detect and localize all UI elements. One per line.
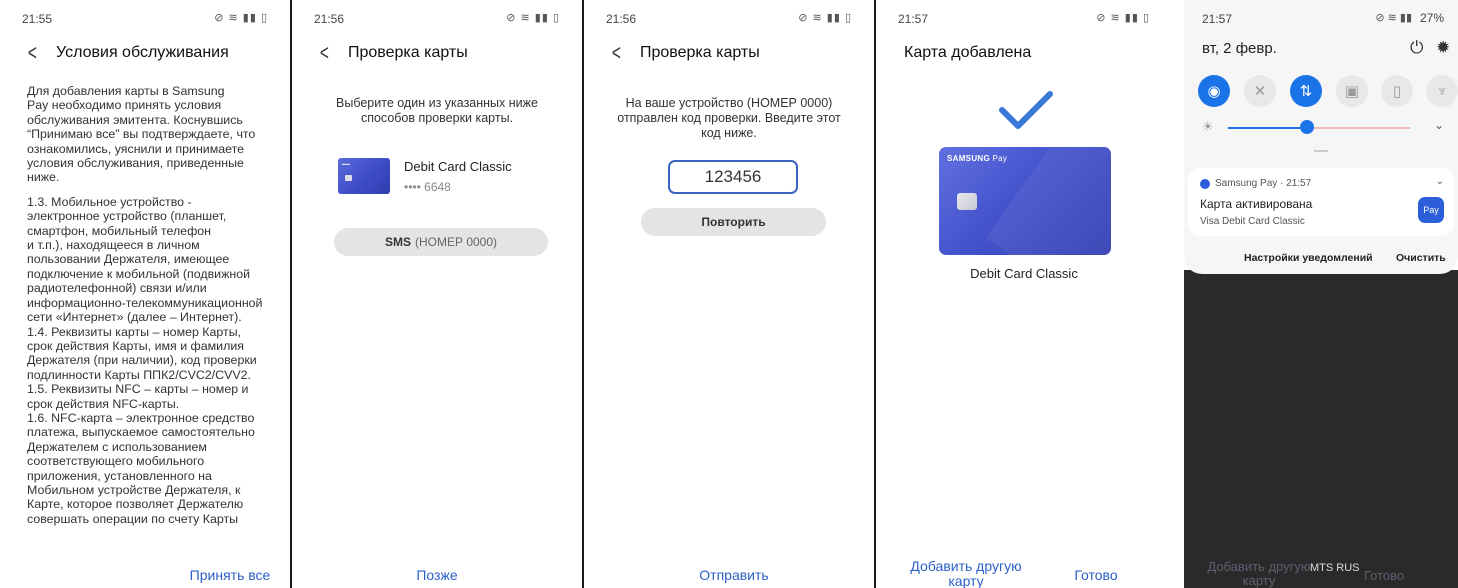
later-button[interactable]: Позже: [387, 567, 487, 583]
instruction-text: На ваше устройство (НОМЕР 0000) отправле…: [617, 96, 841, 140]
status-icons: ⊘ ≋ ▮▮ ▯: [506, 12, 560, 24]
screen-gap: [1172, 0, 1184, 588]
status-time: 21:57: [1202, 12, 1233, 26]
dimmed-background: Добавить другую карту MTS RUS Готово: [1184, 270, 1458, 588]
page-title: Карта добавлена: [904, 44, 1032, 61]
retry-button[interactable]: Повторить: [641, 208, 826, 236]
checkmark-icon: [999, 91, 1053, 129]
notification-body: Visa Debit Card Classic: [1200, 216, 1305, 227]
card-brand-name: SAMSUNG: [947, 154, 990, 163]
notification-settings-button[interactable]: Настройки уведомлений: [1244, 252, 1373, 264]
status-time: 21:56: [314, 12, 345, 26]
status-time: 21:57: [898, 12, 929, 26]
instruction-text: Выберите один из указанных ниже способов…: [336, 96, 538, 125]
bg-done-text: Готово: [1364, 568, 1405, 583]
header: < Проверка карты: [316, 40, 572, 66]
card-brand: SAMSUNG Pay: [947, 154, 1007, 163]
card-thumbnail: ▬▬: [338, 158, 390, 194]
notification-time: 21:57: [1286, 178, 1312, 189]
battery-level: 27%: [1419, 11, 1444, 25]
screen-verify-method: 21:56 ⊘ ≋ ▮▮ ▯ < Проверка карты Выберите…: [292, 0, 582, 588]
brightness-slider[interactable]: [1228, 127, 1410, 129]
card-chip-icon: [957, 193, 977, 210]
status-bar: 21:56 ⊘ ≋ ▮▮ ▯: [292, 0, 582, 30]
terms-intro: Для добавления карты в Samsung Pay необх…: [27, 84, 256, 185]
terms-body: 1.3. Мобильное устройство - электронное …: [27, 194, 263, 526]
portrait-toggle-icon[interactable]: ▯: [1381, 75, 1413, 107]
page-title: Проверка карты: [348, 44, 468, 61]
header: < Проверка карты: [608, 40, 864, 66]
card-logo-icon: ▬▬: [342, 161, 350, 166]
notification-header: Samsung Pay · 21:57: [1215, 178, 1312, 189]
wifi-toggle-icon[interactable]: ◉: [1198, 75, 1230, 107]
done-button[interactable]: Готово: [1056, 567, 1136, 583]
notification-expand-icon[interactable]: ⌄: [1436, 176, 1444, 187]
carrier-label: MTS RUS: [1310, 562, 1360, 574]
verification-code-input[interactable]: 123456: [668, 160, 798, 194]
terms-text: Для добавления карты в Samsung Pay необх…: [27, 84, 285, 536]
notification-card[interactable]: Samsung Pay · 21:57 ⌄ Карта активирована…: [1188, 168, 1454, 236]
drag-handle[interactable]: [1314, 150, 1328, 152]
screen-card-added: 21:57 ⊘ ≋ ▮▮ ▯ Карта добавлена Debit Car…: [876, 0, 1172, 588]
rotation-toggle-icon[interactable]: ▣: [1336, 75, 1368, 107]
back-arrow-icon[interactable]: <: [28, 42, 46, 64]
brightness-slider-thumb[interactable]: [1300, 120, 1314, 134]
pay-badge-icon: Pay: [1418, 197, 1444, 223]
add-another-card-button[interactable]: Добавить другую карту: [896, 559, 1036, 588]
header: < Условия обслуживания: [24, 40, 280, 66]
card-brand-suffix: Pay: [992, 154, 1008, 163]
page-title: Проверка карты: [640, 44, 760, 61]
mobile-data-toggle-icon[interactable]: ⇅: [1290, 75, 1322, 107]
screen-verify-code: 21:56 ⊘ ≋ ▮▮ ▯ < Проверка карты На ваше …: [584, 0, 874, 588]
clear-button[interactable]: Очистить: [1396, 252, 1446, 264]
brightness-icon: ☀: [1202, 119, 1214, 134]
mute-toggle-icon[interactable]: ✕: [1244, 75, 1276, 107]
screen-terms: 21:55 ⊘ ≋ ▮▮ ▯ < Условия обслуживания Дл…: [0, 0, 290, 588]
date-label: вт, 2 февр.: [1202, 40, 1277, 57]
status-icons: ⊘ ≋ ▮▮ ▯: [798, 12, 852, 24]
status-time: 21:55: [22, 12, 53, 26]
settings-gear-icon[interactable]: ✹: [1436, 38, 1450, 58]
status-icons: ⊘ ≋ ▮▮ ▯: [214, 12, 268, 24]
samsung-pay-app-icon: [1200, 179, 1210, 189]
status-time: 21:56: [606, 12, 637, 26]
method-number: (НОМЕР 0000): [414, 235, 498, 249]
accept-all-button[interactable]: Принять все: [170, 567, 290, 583]
expand-chevron-icon[interactable]: ⌄: [1434, 118, 1444, 132]
page-title: Условия обслуживания: [56, 44, 229, 61]
status-bar: 21:55 ⊘ ≋ ▮▮ ▯: [0, 0, 290, 30]
back-arrow-icon[interactable]: <: [612, 42, 630, 64]
sms-method-button[interactable]: SMS (НОМЕР 0000): [334, 228, 548, 256]
method-label: SMS: [384, 235, 411, 249]
header: Карта добавлена: [904, 40, 1162, 66]
back-arrow-icon[interactable]: <: [320, 42, 338, 64]
card-name: Debit Card Classic: [404, 159, 512, 174]
card-image: SAMSUNG Pay: [939, 147, 1111, 255]
status-bar: 21:56 ⊘ ≋ ▮▮ ▯: [584, 0, 874, 30]
status-icons: ⊘ ≋ ▮▮ ▯: [1096, 12, 1150, 24]
bg-add-card-text: Добавить другую карту: [1207, 559, 1311, 588]
status-icons: ⊘ ≋ ▮▮: [1375, 12, 1412, 24]
card-decoration: [985, 147, 1111, 255]
card-name: Debit Card Classic: [970, 266, 1078, 281]
send-button[interactable]: Отправить: [679, 567, 789, 583]
flashlight-toggle-icon[interactable]: ♆: [1426, 75, 1458, 107]
status-bar: 21:57 ⊘ ≋ ▮▮ ▯: [876, 0, 1172, 30]
card-chip-icon: [345, 175, 352, 181]
notification-app-name: Samsung Pay: [1215, 178, 1278, 189]
notification-title: Карта активирована: [1200, 197, 1313, 211]
power-icon[interactable]: ⏻: [1410, 38, 1423, 58]
card-number-mask: •••• 6648: [404, 180, 451, 194]
